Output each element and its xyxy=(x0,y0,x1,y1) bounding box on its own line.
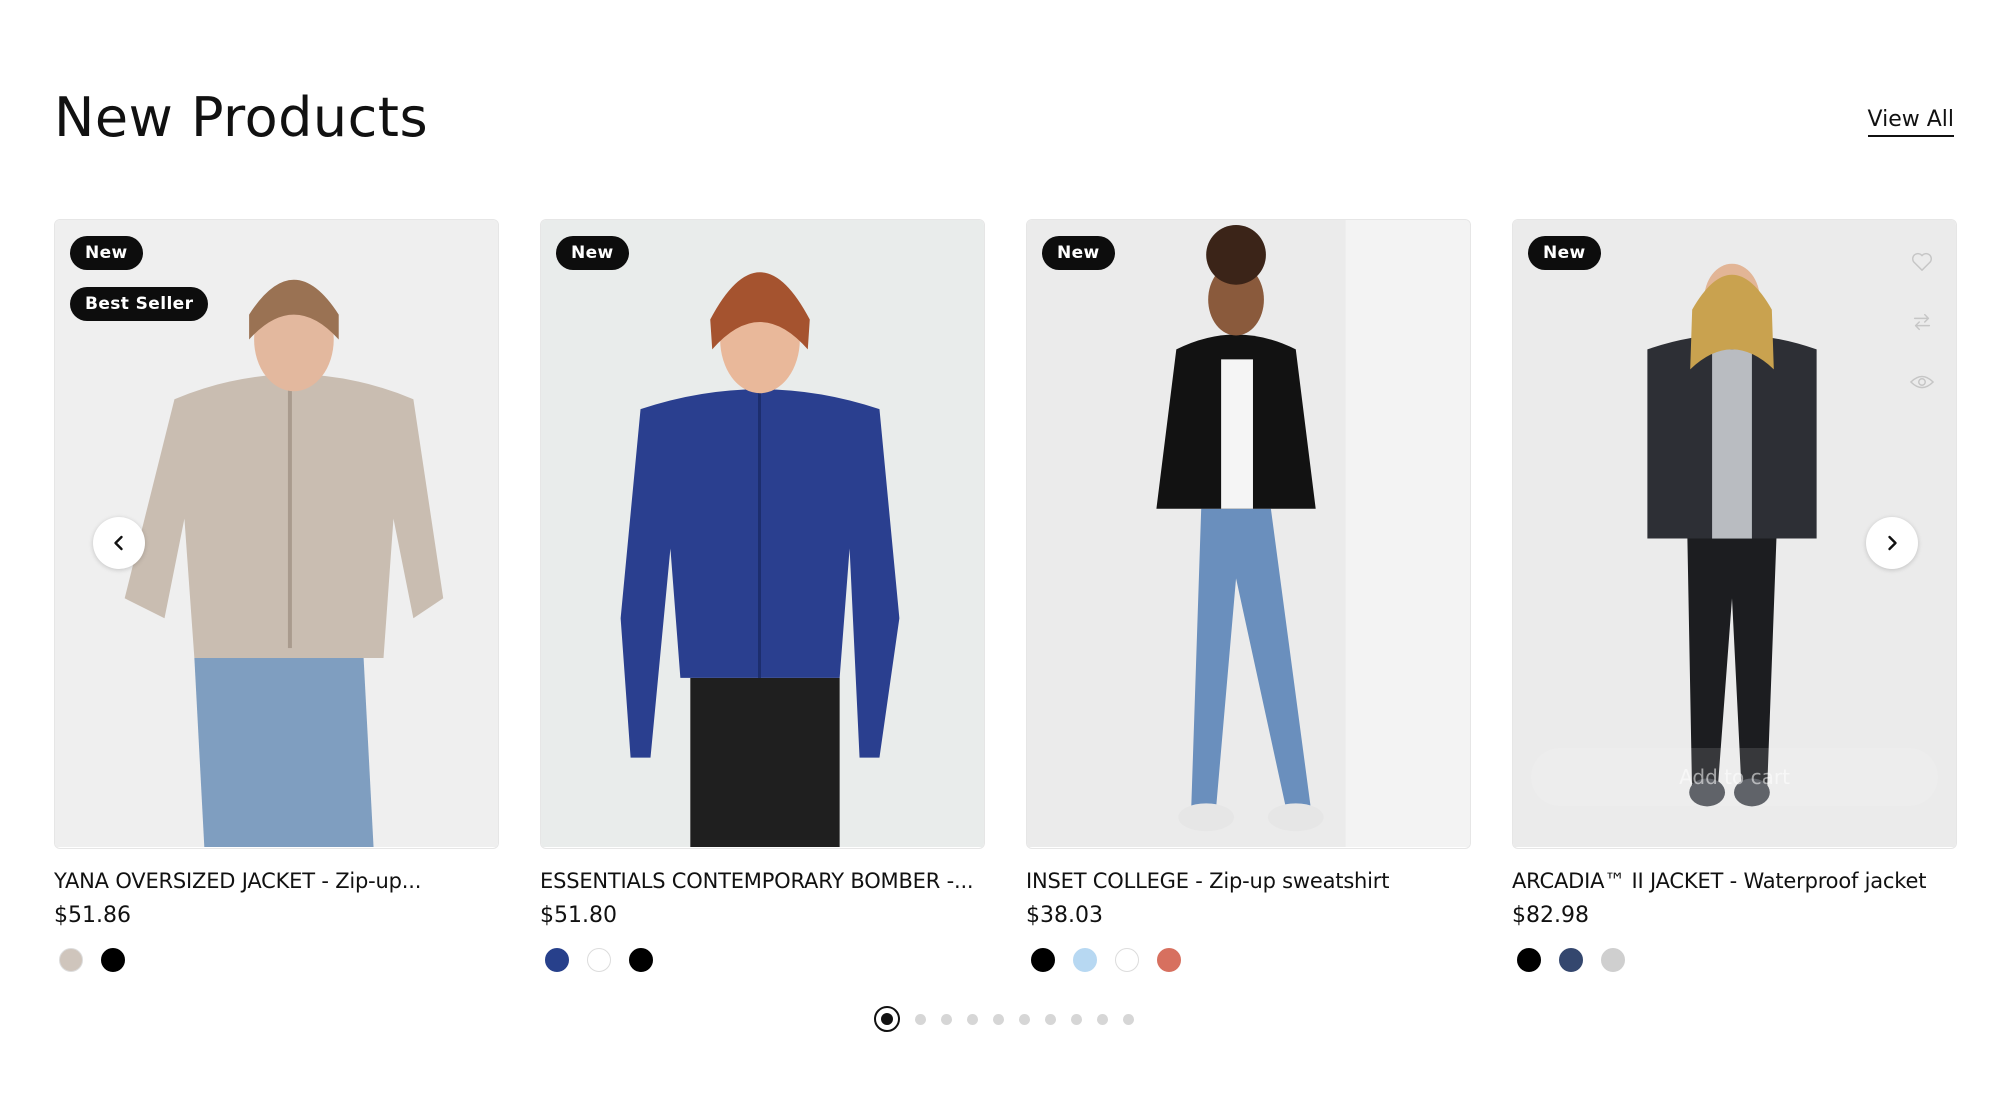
pagination-dot[interactable] xyxy=(967,1013,978,1025)
color-swatch[interactable] xyxy=(1115,948,1139,972)
wishlist-button[interactable] xyxy=(1904,244,1940,280)
quick-view-button[interactable] xyxy=(1904,364,1940,400)
product-price: $82.98 xyxy=(1512,903,1589,928)
color-swatch[interactable] xyxy=(545,948,569,972)
card-action-icons xyxy=(1904,244,1940,400)
product-photo xyxy=(1027,220,1470,848)
new-badge: New xyxy=(1042,236,1115,270)
product-price: $38.03 xyxy=(1026,903,1103,928)
compare-button[interactable] xyxy=(1904,304,1940,340)
color-swatch[interactable] xyxy=(1559,948,1583,972)
pagination-dot[interactable] xyxy=(1045,1013,1056,1025)
product-card[interactable]: New INSET COLLEGE - Zip-up sweatshirt $3… xyxy=(1026,219,1471,972)
chevron-right-icon xyxy=(1888,535,1897,551)
product-card[interactable]: New Add to cart ARCADIA™ II JACKET - Wat… xyxy=(1512,219,1957,972)
color-swatch[interactable] xyxy=(101,948,125,972)
pagination-dot[interactable] xyxy=(993,1013,1004,1025)
color-swatch[interactable] xyxy=(1601,948,1625,972)
new-badge: New xyxy=(70,236,143,270)
new-badge: New xyxy=(1528,236,1601,270)
section-title: New Products xyxy=(54,86,429,149)
heart-icon xyxy=(1912,252,1932,271)
pagination-dot[interactable] xyxy=(915,1013,926,1025)
chevron-left-icon xyxy=(114,535,123,551)
product-card[interactable]: New ESSENTIALS CONTEMPORARY BOMBER -... … xyxy=(540,219,985,972)
product-image[interactable]: New xyxy=(1026,219,1471,849)
new-badge: New xyxy=(556,236,629,270)
product-carousel: New Best Seller YANA OVERSIZED JACKET - … xyxy=(54,219,1957,979)
color-swatch[interactable] xyxy=(629,948,653,972)
pagination-dot[interactable] xyxy=(941,1013,952,1025)
color-swatch[interactable] xyxy=(1517,948,1541,972)
carousel-next-button[interactable] xyxy=(1866,517,1918,569)
pagination-dot[interactable] xyxy=(1097,1013,1108,1025)
product-image[interactable]: New Best Seller xyxy=(54,219,499,849)
best-seller-badge: Best Seller xyxy=(70,287,209,321)
carousel-prev-button[interactable] xyxy=(93,517,145,569)
carousel-pagination xyxy=(874,1006,1134,1032)
pagination-dot[interactable] xyxy=(1123,1013,1134,1025)
add-to-cart-button[interactable]: Add to cart xyxy=(1531,748,1938,806)
color-swatch[interactable] xyxy=(587,948,611,972)
product-price: $51.86 xyxy=(54,903,131,928)
eye-icon xyxy=(1910,375,1934,389)
pagination-dot-active[interactable] xyxy=(874,1006,900,1032)
color-swatches xyxy=(54,948,499,972)
color-swatches xyxy=(540,948,985,972)
product-name[interactable]: ESSENTIALS CONTEMPORARY BOMBER -... xyxy=(540,869,985,893)
product-name[interactable]: INSET COLLEGE - Zip-up sweatshirt xyxy=(1026,869,1471,893)
view-all-link[interactable]: View All xyxy=(1867,106,1954,137)
color-swatch[interactable] xyxy=(1157,948,1181,972)
product-photo xyxy=(541,220,984,848)
pagination-dot[interactable] xyxy=(1019,1013,1030,1025)
product-image[interactable]: New xyxy=(1512,219,1957,849)
product-name[interactable]: YANA OVERSIZED JACKET - Zip-up... xyxy=(54,869,499,893)
product-image[interactable]: New xyxy=(540,219,985,849)
color-swatch[interactable] xyxy=(1031,948,1055,972)
product-price: $51.80 xyxy=(540,903,617,928)
product-card[interactable]: New Best Seller YANA OVERSIZED JACKET - … xyxy=(54,219,499,972)
color-swatches xyxy=(1512,948,1957,972)
pagination-dot[interactable] xyxy=(1071,1013,1082,1025)
color-swatches xyxy=(1026,948,1471,972)
color-swatch[interactable] xyxy=(59,948,83,972)
color-swatch[interactable] xyxy=(1073,948,1097,972)
product-name[interactable]: ARCADIA™ II JACKET - Waterproof jacket xyxy=(1512,869,1957,893)
compare-icon xyxy=(1913,313,1931,331)
